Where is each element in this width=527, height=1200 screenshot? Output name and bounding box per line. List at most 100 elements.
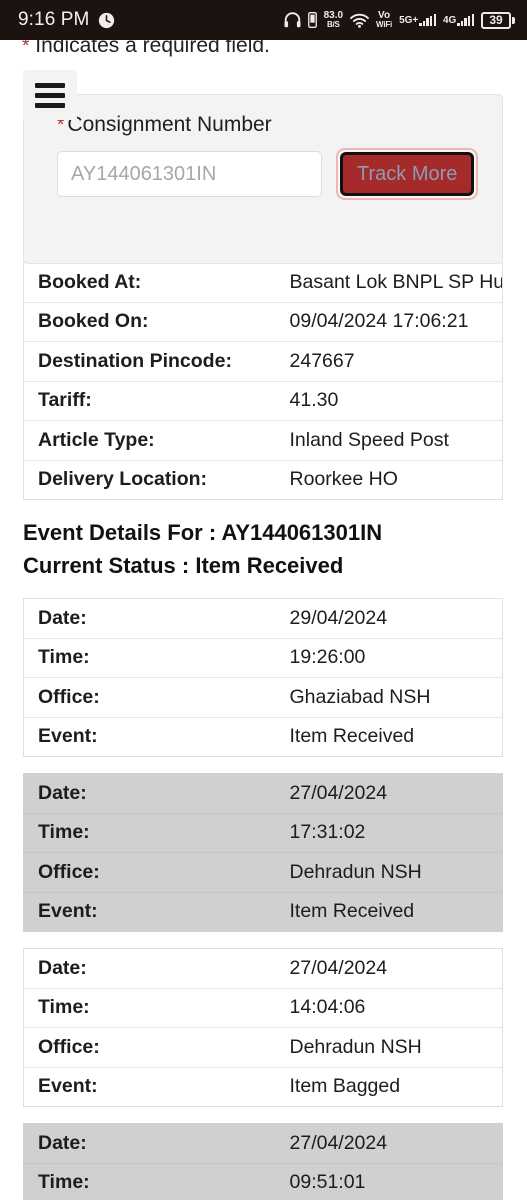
form-field-row: Track More xyxy=(57,148,480,200)
event-table: Date: 27/04/2024 Time: 14:04:06 Office: … xyxy=(23,948,503,1107)
table-row: Event: Item Received xyxy=(24,717,503,757)
row-value: 247667 xyxy=(285,341,503,382)
current-status-title: Current Status : Item Received xyxy=(23,553,344,578)
row-key-time: Time: xyxy=(23,988,286,1028)
row-value-date: 27/04/2024 xyxy=(285,1123,503,1164)
row-key-time: Time: xyxy=(23,813,286,853)
signal-sim2: 4G xyxy=(442,13,474,26)
track-more-focus-ring: Track More xyxy=(336,148,479,200)
table-row: Date: 27/04/2024 xyxy=(23,1123,503,1164)
event-body-2: Date: 27/04/2024 Time: 14:04:06 Office: … xyxy=(23,948,503,1107)
event-table: Date: 27/04/2024 Time: 09:51:01 Office: … xyxy=(23,1123,503,1200)
row-key: Destination Pincode: xyxy=(23,341,286,382)
signal-bars-sim2-icon xyxy=(457,13,474,26)
table-row: Event: Item Received xyxy=(24,892,503,932)
table-row: Office: Ghaziabad NSH xyxy=(23,677,503,718)
hamburger-bar-3 xyxy=(35,102,65,108)
booking-details-section: Booked At: Basant Lok BNPL SP Hub Booked… xyxy=(0,262,527,1200)
row-value-time: 17:31:02 xyxy=(285,813,503,853)
row-key-date: Date: xyxy=(23,773,286,814)
row-value-event: Item Received xyxy=(289,725,415,748)
row-value-time: 09:51:01 xyxy=(285,1163,503,1200)
row-value-date: 27/04/2024 xyxy=(285,948,503,989)
table-row: Delivery Location: Roorkee HO xyxy=(24,460,503,500)
table-row: Booked On: 09/04/2024 17:06:21 xyxy=(23,302,503,342)
page-content: * Indicates a required field. * Consignme… xyxy=(0,34,527,1200)
row-key: Tariff: xyxy=(23,381,286,421)
row-key-date: Date: xyxy=(23,1123,286,1164)
data-rate-unit: B/S xyxy=(326,20,340,29)
table-row: Destination Pincode: 247667 xyxy=(23,341,503,382)
mobile-screen: 9:16 PM 83.0 B/S Vo WiFi 5G+ 4G 39 * Ind… xyxy=(0,0,527,1200)
row-key-event: Event: xyxy=(38,725,98,748)
event-body-3: Date: 27/04/2024 Time: 09:51:01 Office: … xyxy=(23,1123,503,1200)
table-row: Date: 27/04/2024 xyxy=(23,773,503,814)
track-more-button[interactable]: Track More xyxy=(340,152,475,196)
row-value-office: Dehradun NSH xyxy=(285,1027,503,1068)
headphones-icon xyxy=(284,12,301,28)
row-key-event: Event: xyxy=(38,1075,98,1098)
data-rate-indicator: 83.0 B/S xyxy=(324,11,343,29)
signal-sim1: 5G+ xyxy=(399,13,436,26)
table-row: Event: Item Bagged xyxy=(24,1067,503,1107)
table-row: Article Type: Inland Speed Post xyxy=(23,420,503,461)
row-key-office: Office: xyxy=(23,852,286,893)
event-details-title: Event Details For : AY144061301IN xyxy=(23,520,383,545)
row-key-event: Event: xyxy=(38,900,98,923)
row-key: Delivery Location: xyxy=(38,468,208,491)
event-table: Date: 27/04/2024 Time: 17:31:02 Office: … xyxy=(23,773,503,932)
sim2-network-label: 4G xyxy=(442,14,457,26)
row-value-time: 14:04:06 xyxy=(285,988,503,1028)
status-bar-left: 9:16 PM xyxy=(18,9,115,31)
alarm-clock-icon xyxy=(98,12,115,29)
event-details-heading: Event Details For : AY144061301IN Curren… xyxy=(23,516,513,582)
row-value-date: 27/04/2024 xyxy=(285,773,503,814)
row-value: Inland Speed Post xyxy=(285,420,503,461)
row-key: Article Type: xyxy=(23,420,286,461)
row-value-date: 29/04/2024 xyxy=(285,598,503,639)
table-row: Booked At: Basant Lok BNPL SP Hub xyxy=(23,262,503,303)
row-key-date: Date: xyxy=(23,598,286,639)
row-value: Roorkee HO xyxy=(289,468,398,491)
row-value-office: Ghaziabad NSH xyxy=(285,677,503,718)
row-key-office: Office: xyxy=(23,1027,286,1068)
status-bar: 9:16 PM 83.0 B/S Vo WiFi 5G+ 4G 39 xyxy=(0,0,527,40)
hamburger-menu-icon[interactable] xyxy=(23,70,77,120)
row-key-time: Time: xyxy=(23,1163,286,1200)
consignment-number-label: * Consignment Number xyxy=(57,113,480,137)
table-row: Tariff: 41.30 xyxy=(23,381,503,421)
event-table: Date: 29/04/2024 Time: 19:26:00 Office: … xyxy=(23,598,503,757)
hamburger-bar-2 xyxy=(35,92,65,98)
table-row: Time: 09:51:01 xyxy=(23,1163,503,1200)
row-value: 09/04/2024 17:06:21 xyxy=(285,302,503,342)
sim1-network-label: 5G+ xyxy=(399,14,419,26)
row-value-office: Dehradun NSH xyxy=(285,852,503,893)
table-row: Time: 14:04:06 xyxy=(23,988,503,1028)
table-row: Time: 17:31:02 xyxy=(23,813,503,853)
sim-card-icon xyxy=(307,12,317,28)
table-row: Office: Dehradun NSH xyxy=(23,1027,503,1068)
consignment-number-input[interactable] xyxy=(57,151,322,197)
table-row: Time: 19:26:00 xyxy=(23,638,503,678)
row-value: Basant Lok BNPL SP Hub xyxy=(285,262,503,303)
consignment-form-card: *Consignment Number Track More xyxy=(23,94,503,264)
table-row: Office: Dehradun NSH xyxy=(23,852,503,893)
wifi-icon xyxy=(350,13,369,28)
event-body-0: Date: 29/04/2024 Time: 19:26:00 Office: … xyxy=(23,598,503,757)
consignment-form: *Consignment Number Track More xyxy=(24,95,502,200)
row-value-event: Item Received xyxy=(289,900,415,923)
consignment-label-text: Consignment Number xyxy=(67,113,272,136)
battery-level: 39 xyxy=(481,11,511,29)
volte-wifi-indicator: Vo WiFi xyxy=(376,11,392,29)
row-key-date: Date: xyxy=(23,948,286,989)
row-value-event: Item Bagged xyxy=(289,1075,401,1098)
row-key-office: Office: xyxy=(23,677,286,718)
status-time: 9:16 PM xyxy=(18,9,90,30)
battery-icon: 39 xyxy=(481,11,515,29)
table-row: Date: 27/04/2024 xyxy=(23,948,503,989)
volte-label-bottom: WiFi xyxy=(376,20,393,29)
